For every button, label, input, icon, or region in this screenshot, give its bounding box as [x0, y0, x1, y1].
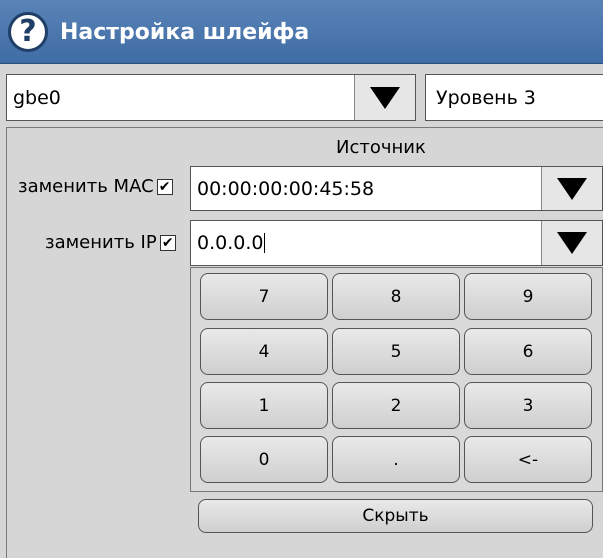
chevron-down-icon: [557, 177, 587, 200]
ip-address-value: 0.0.0.0: [197, 221, 266, 265]
key-1[interactable]: 1: [200, 382, 328, 429]
mac-address-field[interactable]: 00:00:00:00:45:58: [190, 166, 603, 211]
window-title: Настройка шлейфа: [60, 20, 310, 45]
key-backspace[interactable]: <-: [464, 436, 592, 483]
replace-mac-label: заменить MAC: [18, 176, 154, 197]
replace-ip-row: заменить IP ✔: [45, 232, 176, 253]
key-8[interactable]: 8: [332, 273, 460, 320]
ip-address-text: 0.0.0.0: [197, 232, 264, 254]
key-dot[interactable]: .: [332, 436, 460, 483]
title-bar: ? Настройка шлейфа: [0, 0, 603, 64]
replace-mac-checkbox[interactable]: ✔: [156, 178, 173, 195]
mac-address-value: 00:00:00:00:45:58: [197, 177, 375, 200]
key-9[interactable]: 9: [464, 273, 592, 320]
key-3[interactable]: 3: [464, 382, 592, 429]
level-value: Уровень 3: [436, 86, 536, 109]
replace-ip-checkbox[interactable]: ✔: [159, 234, 176, 251]
hide-button[interactable]: Скрыть: [198, 499, 593, 533]
interface-dropdown-arrow[interactable]: [354, 75, 415, 120]
interface-value: gbe0: [13, 86, 61, 109]
key-2[interactable]: 2: [332, 382, 460, 429]
level-dropdown[interactable]: Уровень 3: [425, 74, 603, 121]
ip-address-field[interactable]: 0.0.0.0: [190, 220, 603, 266]
key-0[interactable]: 0: [200, 436, 328, 483]
interface-dropdown[interactable]: gbe0: [6, 74, 416, 121]
chevron-down-icon: [370, 86, 400, 109]
key-5[interactable]: 5: [332, 328, 460, 375]
key-4[interactable]: 4: [200, 328, 328, 375]
chevron-down-icon: [557, 232, 587, 254]
numeric-keypad: 7 8 9 4 5 6 1 2 3 0 . <-: [190, 267, 603, 492]
replace-mac-row: заменить MAC ✔: [18, 176, 173, 197]
source-heading: Источник: [336, 137, 426, 158]
text-cursor: [264, 233, 266, 253]
key-7[interactable]: 7: [200, 273, 328, 320]
mac-dropdown-arrow[interactable]: [541, 167, 602, 210]
ip-dropdown-arrow[interactable]: [541, 221, 602, 265]
key-6[interactable]: 6: [464, 328, 592, 375]
help-icon[interactable]: ?: [8, 12, 48, 52]
replace-ip-label: заменить IP: [45, 232, 157, 253]
